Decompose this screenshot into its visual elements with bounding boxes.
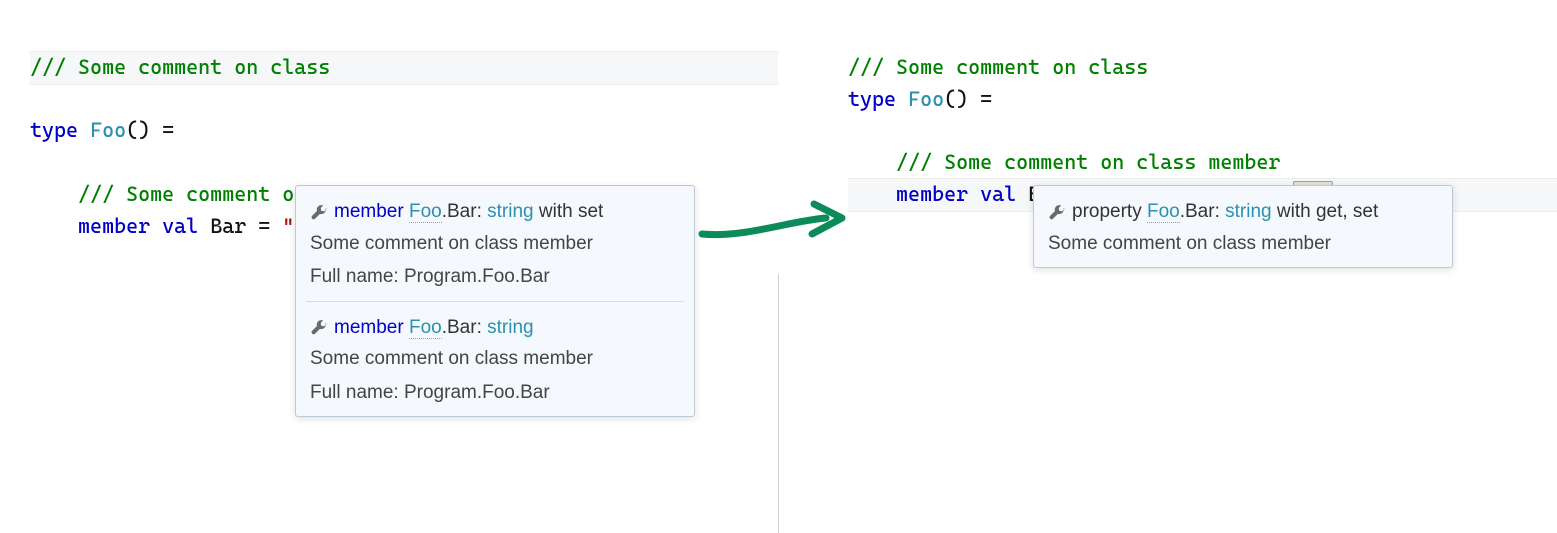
sig-tail: with set	[534, 201, 604, 222]
tooltip-sig-text: member Foo.Bar: string	[334, 314, 534, 342]
sig-keyword: member	[334, 201, 404, 222]
tooltip-fullname: Full name: Program.Foo.Bar	[310, 263, 680, 291]
fullname-label: Full name:	[310, 382, 404, 403]
wrench-icon	[310, 319, 328, 337]
code-ident: Bar	[210, 214, 246, 238]
code-typename: Foo	[908, 87, 944, 111]
wrench-icon	[1048, 204, 1066, 222]
tooltip-signature: member Foo.Bar: string with set	[310, 198, 680, 226]
tooltip-block: property Foo.Bar: string with get, set S…	[1034, 192, 1452, 261]
tooltip-sig-text: property Foo.Bar: string with get, set	[1072, 198, 1378, 226]
sig-type: Foo	[409, 317, 442, 339]
code-punct: () =	[944, 87, 992, 111]
tooltip-description: Some comment on class member	[1048, 230, 1438, 258]
code-typename: Foo	[90, 118, 126, 142]
tooltip-fullname: Full name: Program.Foo.Bar	[310, 379, 680, 407]
code-keyword: val	[980, 182, 1016, 206]
tooltip-block: member Foo.Bar: string with set Some com…	[296, 192, 694, 295]
fullname-label: Full name:	[310, 266, 404, 287]
fullname-value: Program.Foo.Bar	[404, 266, 550, 287]
code-punct: () =	[126, 118, 174, 142]
sig-return-type: string	[1225, 201, 1271, 222]
sig-type: Foo	[409, 201, 442, 223]
sig-keyword: property	[1072, 201, 1142, 222]
tooltip-signature: member Foo.Bar: string	[310, 314, 680, 342]
sig-member: .Bar:	[1180, 201, 1225, 222]
quickinfo-tooltip-left: member Foo.Bar: string with set Some com…	[295, 185, 695, 417]
after-panel: /// Some comment on class type Foo() = /…	[778, 0, 1557, 274]
code-comment: /// Some comment on class	[848, 55, 1148, 79]
code-keyword: member	[896, 182, 968, 206]
sig-member: .Bar:	[442, 317, 487, 338]
fullname-value: Program.Foo.Bar	[404, 382, 550, 403]
sig-type: Foo	[1147, 201, 1180, 223]
tooltip-separator	[306, 301, 684, 302]
before-panel: /// Some comment on class type Foo() = /…	[0, 0, 778, 274]
code-keyword: val	[162, 214, 198, 238]
tooltip-description: Some comment on class member	[310, 345, 680, 373]
code-comment: /// Some comment on class member	[896, 150, 1280, 174]
code-keyword: type	[848, 87, 896, 111]
tooltip-description: Some comment on class member	[310, 230, 680, 258]
tooltip-sig-text: member Foo.Bar: string with set	[334, 198, 603, 226]
tooltip-signature: property Foo.Bar: string with get, set	[1048, 198, 1438, 226]
sig-keyword: member	[334, 317, 404, 338]
tooltip-block: member Foo.Bar: string Some comment on c…	[296, 308, 694, 411]
code-punct: =	[246, 214, 282, 238]
wrench-icon	[310, 204, 328, 222]
code-keyword: member	[78, 214, 150, 238]
comparison-stage: /// Some comment on class type Foo() = /…	[0, 0, 1557, 533]
sig-return-type: string	[487, 201, 533, 222]
sig-return-type: string	[487, 317, 533, 338]
code-keyword: type	[30, 118, 78, 142]
sig-tail: with get, set	[1272, 201, 1379, 222]
arrow-icon	[694, 196, 854, 256]
code-comment: /// Some comment on class	[30, 55, 330, 79]
sig-member: .Bar:	[442, 201, 487, 222]
quickinfo-tooltip-right: property Foo.Bar: string with get, set S…	[1033, 185, 1453, 268]
